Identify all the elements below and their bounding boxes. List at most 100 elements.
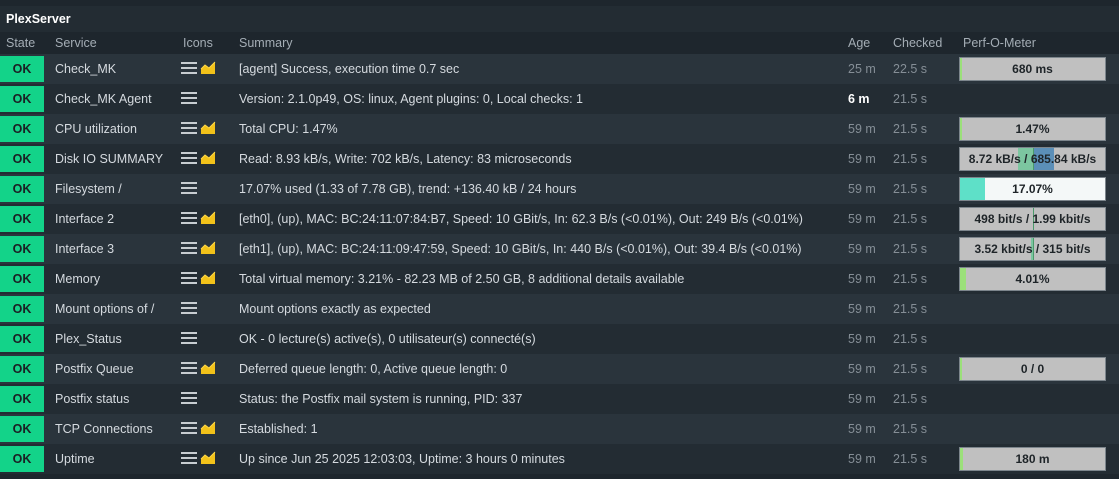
hamburger-menu-icon[interactable]: [180, 421, 198, 435]
hamburger-menu-icon[interactable]: [180, 361, 198, 375]
perf-o-meter[interactable]: 180 m: [959, 447, 1106, 471]
age: 59 m: [848, 122, 876, 136]
state-cell: OK: [0, 234, 49, 264]
hamburger-menu-icon[interactable]: [180, 211, 198, 225]
graph-icon[interactable]: [200, 451, 216, 465]
hamburger-menu-icon[interactable]: [180, 91, 198, 105]
hamburger-menu-icon[interactable]: [180, 181, 198, 195]
state-badge[interactable]: OK: [0, 266, 44, 292]
col-icons[interactable]: Icons: [177, 32, 233, 54]
state-cell: OK: [0, 114, 49, 144]
graph-icon[interactable]: [200, 421, 216, 435]
hamburger-menu-icon[interactable]: [180, 301, 198, 315]
hamburger-menu-icon[interactable]: [180, 241, 198, 255]
col-age[interactable]: Age: [842, 32, 887, 54]
table-row[interactable]: OK Memory Total virtual memory: 3.21% - 82…: [0, 264, 1119, 294]
perf-cell: 1.47%: [957, 114, 1119, 144]
state-badge[interactable]: OK: [0, 56, 44, 82]
checked: 21.5 s: [893, 392, 928, 406]
table-row[interactable]: OK Uptime Up since Jun 25 2025 12:03:03, U…: [0, 444, 1119, 474]
table-row[interactable]: OK TCP Connections Established: 1 59 m 21.5 …: [0, 414, 1119, 444]
service-name[interactable]: Mount options of /: [49, 294, 177, 324]
service-name[interactable]: CPU utilization: [49, 114, 177, 144]
state-badge[interactable]: OK: [0, 86, 44, 112]
state-cell: OK: [0, 324, 49, 354]
hamburger-menu-icon[interactable]: [180, 451, 198, 465]
hamburger-menu-icon[interactable]: [180, 331, 198, 345]
col-state[interactable]: State: [0, 32, 49, 54]
state-badge[interactable]: OK: [0, 356, 44, 382]
checked: 21.5 s: [893, 302, 928, 316]
service-name[interactable]: Uptime: [49, 444, 177, 474]
age: 59 m: [848, 362, 876, 376]
table-row[interactable]: OK Disk IO SUMMARY Read: 8.93 kB/s, Write:…: [0, 144, 1119, 174]
table-row[interactable]: OK Check_MK [agent] Success, execution tim…: [0, 54, 1119, 84]
graph-icon[interactable]: [200, 151, 216, 165]
hamburger-menu-icon[interactable]: [180, 391, 198, 405]
col-summary[interactable]: Summary: [233, 32, 842, 54]
table-row[interactable]: OK Interface 3 [eth1], (up), MAC: BC:24:11…: [0, 234, 1119, 264]
checked: 21.5 s: [893, 242, 928, 256]
col-checked[interactable]: Checked: [887, 32, 957, 54]
col-perf[interactable]: Perf-O-Meter: [957, 32, 1119, 54]
table-row[interactable]: OK Postfix status Status: the Postfix mail…: [0, 384, 1119, 414]
table-row[interactable]: OK Check_MK Agent Version: 2.1.0p49, OS: l…: [0, 84, 1119, 114]
service-name[interactable]: Interface 3: [49, 234, 177, 264]
perf-o-meter[interactable]: 17.07%: [959, 177, 1106, 201]
perf-o-meter[interactable]: 8.72 kB/s / 685.84 kB/s: [959, 147, 1106, 171]
service-rows: OK Check_MK [agent] Success, execution tim…: [0, 54, 1119, 474]
icons-cell: [177, 114, 233, 144]
graph-icon[interactable]: [200, 121, 216, 135]
summary: [eth0], (up), MAC: BC:24:11:07:84:B7, Sp…: [239, 212, 803, 226]
perf-cell: [957, 294, 1119, 324]
hamburger-menu-icon[interactable]: [180, 121, 198, 135]
perf-o-meter[interactable]: 4.01%: [959, 267, 1106, 291]
checked: 21.5 s: [893, 362, 928, 376]
service-name[interactable]: Postfix status: [49, 384, 177, 414]
state-badge[interactable]: OK: [0, 236, 44, 262]
perf-o-meter[interactable]: 3.52 kbit/s / 315 bit/s: [959, 237, 1106, 261]
host-name[interactable]: PlexServer: [6, 12, 71, 26]
state-badge[interactable]: OK: [0, 206, 44, 232]
graph-icon[interactable]: [200, 271, 216, 285]
service-name[interactable]: Check_MK Agent: [49, 84, 177, 114]
state-badge[interactable]: OK: [0, 326, 44, 352]
perf-o-meter[interactable]: 1.47%: [959, 117, 1106, 141]
service-name[interactable]: Interface 2: [49, 204, 177, 234]
col-service[interactable]: Service: [49, 32, 177, 54]
state-badge[interactable]: OK: [0, 416, 44, 442]
service-name[interactable]: Postfix Queue: [49, 354, 177, 384]
graph-icon[interactable]: [200, 241, 216, 255]
perf-cell: 0 / 0: [957, 354, 1119, 384]
table-row[interactable]: OK CPU utilization Total CPU: 1.47% 59 m 21.…: [0, 114, 1119, 144]
state-badge[interactable]: OK: [0, 386, 44, 412]
service-name[interactable]: Disk IO SUMMARY: [49, 144, 177, 174]
hamburger-menu-icon[interactable]: [180, 271, 198, 285]
table-row[interactable]: OK Plex_Status OK - 0 lecture(s) active(s)…: [0, 324, 1119, 354]
table-row[interactable]: OK Postfix Queue Deferred queue length: 0,…: [0, 354, 1119, 384]
host-header[interactable]: PlexServer: [0, 6, 1119, 32]
state-badge[interactable]: OK: [0, 296, 44, 322]
hamburger-menu-icon[interactable]: [180, 61, 198, 75]
service-name[interactable]: Check_MK: [49, 54, 177, 84]
hamburger-menu-icon[interactable]: [180, 151, 198, 165]
state-badge[interactable]: OK: [0, 146, 44, 172]
perf-cell: 17.07%: [957, 174, 1119, 204]
perf-o-meter[interactable]: 680 ms: [959, 57, 1106, 81]
summary: Total CPU: 1.47%: [239, 122, 338, 136]
service-name[interactable]: TCP Connections: [49, 414, 177, 444]
table-row[interactable]: OK Interface 2 [eth0], (up), MAC: BC:24:11…: [0, 204, 1119, 234]
service-name[interactable]: Plex_Status: [49, 324, 177, 354]
graph-icon[interactable]: [200, 361, 216, 375]
state-badge[interactable]: OK: [0, 116, 44, 142]
state-badge[interactable]: OK: [0, 176, 44, 202]
table-row[interactable]: OK Filesystem / 17.07% used (1.33 of 7.78 …: [0, 174, 1119, 204]
table-row[interactable]: OK Mount options of / Mount options exactl…: [0, 294, 1119, 324]
state-badge[interactable]: OK: [0, 446, 44, 472]
service-name[interactable]: Filesystem /: [49, 174, 177, 204]
perf-o-meter[interactable]: 498 bit/s / 1.99 kbit/s: [959, 207, 1106, 231]
graph-icon[interactable]: [200, 211, 216, 225]
service-name[interactable]: Memory: [49, 264, 177, 294]
perf-o-meter[interactable]: 0 / 0: [959, 357, 1106, 381]
graph-icon[interactable]: [200, 61, 216, 75]
